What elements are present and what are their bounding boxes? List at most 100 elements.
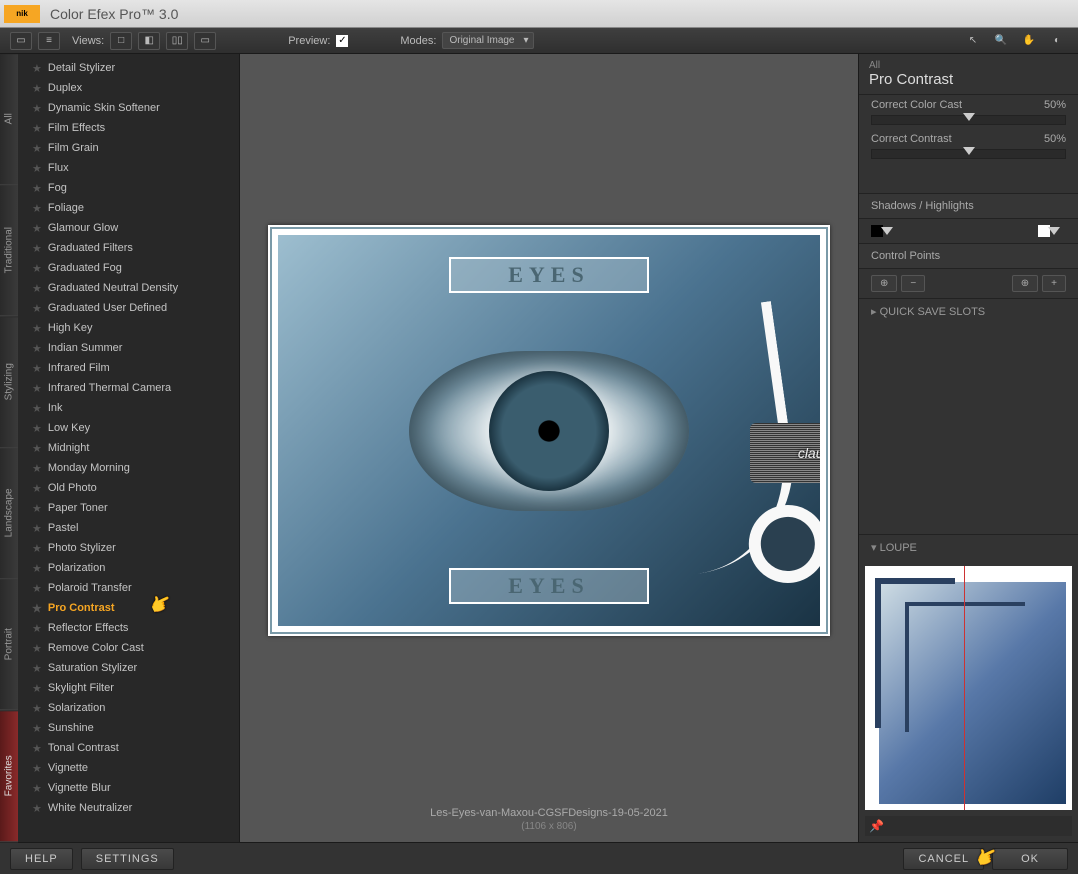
favorite-star-icon[interactable]: ★: [32, 82, 42, 95]
favorite-star-icon[interactable]: ★: [32, 802, 42, 815]
filter-item[interactable]: ★Polarization: [18, 558, 239, 578]
favorite-star-icon[interactable]: ★: [32, 462, 42, 475]
filter-item[interactable]: ★Indian Summer: [18, 338, 239, 358]
filter-item[interactable]: ★Film Grain: [18, 138, 239, 158]
favorite-star-icon[interactable]: ★: [32, 182, 42, 195]
filter-item[interactable]: ★Foliage: [18, 198, 239, 218]
favorite-star-icon[interactable]: ★: [32, 162, 42, 175]
favorite-star-icon[interactable]: ★: [32, 582, 42, 595]
filter-item[interactable]: ★Fog: [18, 178, 239, 198]
category-tab-stylizing[interactable]: Stylizing: [0, 317, 18, 448]
filter-item[interactable]: ★High Key: [18, 318, 239, 338]
filter-item[interactable]: ★Midnight: [18, 438, 239, 458]
favorite-star-icon[interactable]: ★: [32, 522, 42, 535]
filter-item[interactable]: ★Graduated Fog: [18, 258, 239, 278]
background-tool-icon[interactable]: ◐: [1046, 32, 1068, 50]
image-canvas[interactable]: EYES EYES claudia: [268, 225, 830, 636]
filter-list[interactable]: ★Detail Stylizer★Duplex★Dynamic Skin Sof…: [18, 54, 240, 842]
zoom-tool-icon[interactable]: 🔍: [990, 32, 1012, 50]
favorite-star-icon[interactable]: ★: [32, 682, 42, 695]
favorite-star-icon[interactable]: ★: [32, 762, 42, 775]
thumbnail-mode-b-button[interactable]: ≡: [38, 32, 60, 50]
filter-item[interactable]: ★Solarization: [18, 698, 239, 718]
loupe-toggle[interactable]: LOUPE: [859, 534, 1078, 560]
category-tab-portrait[interactable]: Portrait: [0, 579, 18, 710]
slider-track[interactable]: [871, 149, 1066, 159]
shadows-highlights-header[interactable]: Shadows / Highlights: [859, 193, 1078, 219]
control-points-header[interactable]: Control Points: [859, 243, 1078, 269]
favorite-star-icon[interactable]: ★: [32, 382, 42, 395]
filter-item[interactable]: ★Infrared Thermal Camera: [18, 378, 239, 398]
favorite-star-icon[interactable]: ★: [32, 442, 42, 455]
favorite-star-icon[interactable]: ★: [32, 102, 42, 115]
filter-item[interactable]: ★Polaroid Transfer: [18, 578, 239, 598]
favorite-star-icon[interactable]: ★: [32, 502, 42, 515]
cp-action-b-button[interactable]: +: [1042, 275, 1066, 292]
favorite-star-icon[interactable]: ★: [32, 282, 42, 295]
view-stack-button[interactable]: ▭: [194, 32, 216, 50]
loupe-pin-button[interactable]: 📌: [869, 819, 884, 833]
favorite-star-icon[interactable]: ★: [32, 742, 42, 755]
filter-item[interactable]: ★Sunshine: [18, 718, 239, 738]
filter-item[interactable]: ★Remove Color Cast: [18, 638, 239, 658]
favorite-star-icon[interactable]: ★: [32, 642, 42, 655]
filter-item[interactable]: ★Flux: [18, 158, 239, 178]
cancel-button[interactable]: CANCEL: [903, 848, 984, 870]
add-control-point-button[interactable]: ⊕: [871, 275, 897, 292]
filter-item[interactable]: ★Infrared Film: [18, 358, 239, 378]
filter-item[interactable]: ★Graduated User Defined: [18, 298, 239, 318]
modes-select[interactable]: Original Image: [442, 32, 533, 49]
favorite-star-icon[interactable]: ★: [32, 402, 42, 415]
view-single-button[interactable]: □: [110, 32, 132, 50]
ok-button[interactable]: OK: [992, 848, 1068, 870]
favorite-star-icon[interactable]: ★: [32, 542, 42, 555]
category-tab-landscape[interactable]: Landscape: [0, 448, 18, 579]
favorite-star-icon[interactable]: ★: [32, 122, 42, 135]
favorite-star-icon[interactable]: ★: [32, 362, 42, 375]
filter-item[interactable]: ★Photo Stylizer: [18, 538, 239, 558]
favorite-star-icon[interactable]: ★: [32, 342, 42, 355]
favorite-star-icon[interactable]: ★: [32, 262, 42, 275]
filter-item[interactable]: ★Vignette Blur: [18, 778, 239, 798]
favorite-star-icon[interactable]: ★: [32, 602, 42, 615]
favorite-star-icon[interactable]: ★: [32, 782, 42, 795]
help-button[interactable]: HELP: [10, 848, 73, 870]
filter-item[interactable]: ★Skylight Filter: [18, 678, 239, 698]
view-split-button[interactable]: ◧: [138, 32, 160, 50]
filter-item[interactable]: ★Old Photo: [18, 478, 239, 498]
view-side-button[interactable]: ▯▯: [166, 32, 188, 50]
preview-checkbox[interactable]: ✓: [336, 35, 348, 47]
filter-item[interactable]: ★Tonal Contrast: [18, 738, 239, 758]
remove-control-point-button[interactable]: −: [901, 275, 925, 292]
cp-action-a-button[interactable]: ⊕: [1012, 275, 1038, 292]
favorite-star-icon[interactable]: ★: [32, 622, 42, 635]
favorite-star-icon[interactable]: ★: [32, 562, 42, 575]
filter-item[interactable]: ★Glamour Glow: [18, 218, 239, 238]
quick-save-slots-toggle[interactable]: QUICK SAVE SLOTS: [859, 298, 1078, 324]
favorite-star-icon[interactable]: ★: [32, 422, 42, 435]
favorite-star-icon[interactable]: ★: [32, 702, 42, 715]
filter-item[interactable]: ★Reflector Effects: [18, 618, 239, 638]
favorite-star-icon[interactable]: ★: [32, 302, 42, 315]
favorite-star-icon[interactable]: ★: [32, 482, 42, 495]
category-tab-favorites[interactable]: Favorites: [0, 711, 18, 842]
filter-item[interactable]: ★Duplex: [18, 78, 239, 98]
filter-item[interactable]: ★White Neutralizer: [18, 798, 239, 818]
slider-track[interactable]: [871, 115, 1066, 125]
favorite-star-icon[interactable]: ★: [32, 142, 42, 155]
filter-item[interactable]: ★Pastel: [18, 518, 239, 538]
arrow-tool-icon[interactable]: ↖: [962, 32, 984, 50]
pan-tool-icon[interactable]: ✋: [1018, 32, 1040, 50]
slider-knob[interactable]: [963, 113, 975, 121]
filter-item[interactable]: ★Vignette: [18, 758, 239, 778]
slider-knob[interactable]: [963, 147, 975, 155]
favorite-star-icon[interactable]: ★: [32, 202, 42, 215]
filter-item[interactable]: ★Graduated Neutral Density: [18, 278, 239, 298]
favorite-star-icon[interactable]: ★: [32, 322, 42, 335]
category-tab-all[interactable]: All: [0, 54, 18, 185]
filter-item[interactable]: ★Detail Stylizer: [18, 58, 239, 78]
filter-item[interactable]: ★Dynamic Skin Softener: [18, 98, 239, 118]
category-tab-traditional[interactable]: Traditional: [0, 185, 18, 316]
filter-item[interactable]: ★Graduated Filters: [18, 238, 239, 258]
favorite-star-icon[interactable]: ★: [32, 662, 42, 675]
